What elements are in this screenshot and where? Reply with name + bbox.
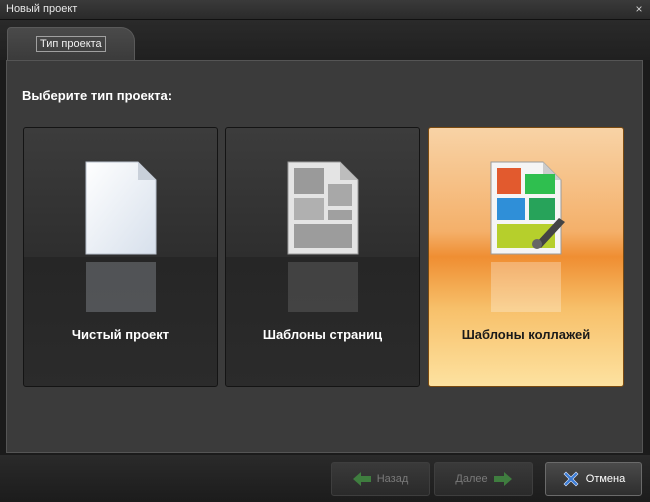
card-collage-templates[interactable]: Шаблоны коллажей [428, 127, 624, 387]
arrow-right-icon [493, 472, 512, 486]
tab-label: Тип проекта [36, 36, 106, 52]
page-templates-reflection [287, 262, 358, 312]
collage-templates-reflection [491, 262, 561, 312]
page-templates-icon [287, 161, 358, 255]
back-button-label: Назад [376, 473, 409, 485]
next-button-label: Далее [455, 473, 488, 485]
cancel-button[interactable]: Отмена [545, 462, 642, 496]
card-blank-project[interactable]: Чистый проект [23, 127, 218, 387]
tab-project-type[interactable]: Тип проекта [7, 27, 135, 60]
card-label: Чистый проект [71, 327, 170, 342]
arrow-left-icon [352, 472, 371, 486]
main-panel: Выберите тип проекта: Чистый проект Шабл… [6, 60, 643, 453]
collage-templates-icon [490, 161, 565, 255]
tab-strip: Тип проекта [0, 20, 650, 60]
title-bar: Новый проект × [0, 0, 650, 20]
bottom-bar: Назад Далее Отмена [0, 455, 650, 502]
page-prompt: Выберите тип проекта: [22, 88, 173, 103]
back-button[interactable]: Назад [331, 462, 430, 496]
close-x-icon [563, 471, 579, 487]
card-page-templates[interactable]: Шаблоны страниц [225, 127, 420, 387]
blank-page-icon [85, 161, 156, 255]
window-title: Новый проект [6, 3, 78, 15]
next-button[interactable]: Далее [434, 462, 533, 496]
close-icon[interactable]: × [632, 0, 646, 19]
card-label: Шаблоны страниц [262, 327, 383, 342]
card-label: Шаблоны коллажей [461, 327, 591, 342]
cancel-button-label: Отмена [585, 473, 626, 485]
blank-page-reflection [85, 262, 156, 312]
